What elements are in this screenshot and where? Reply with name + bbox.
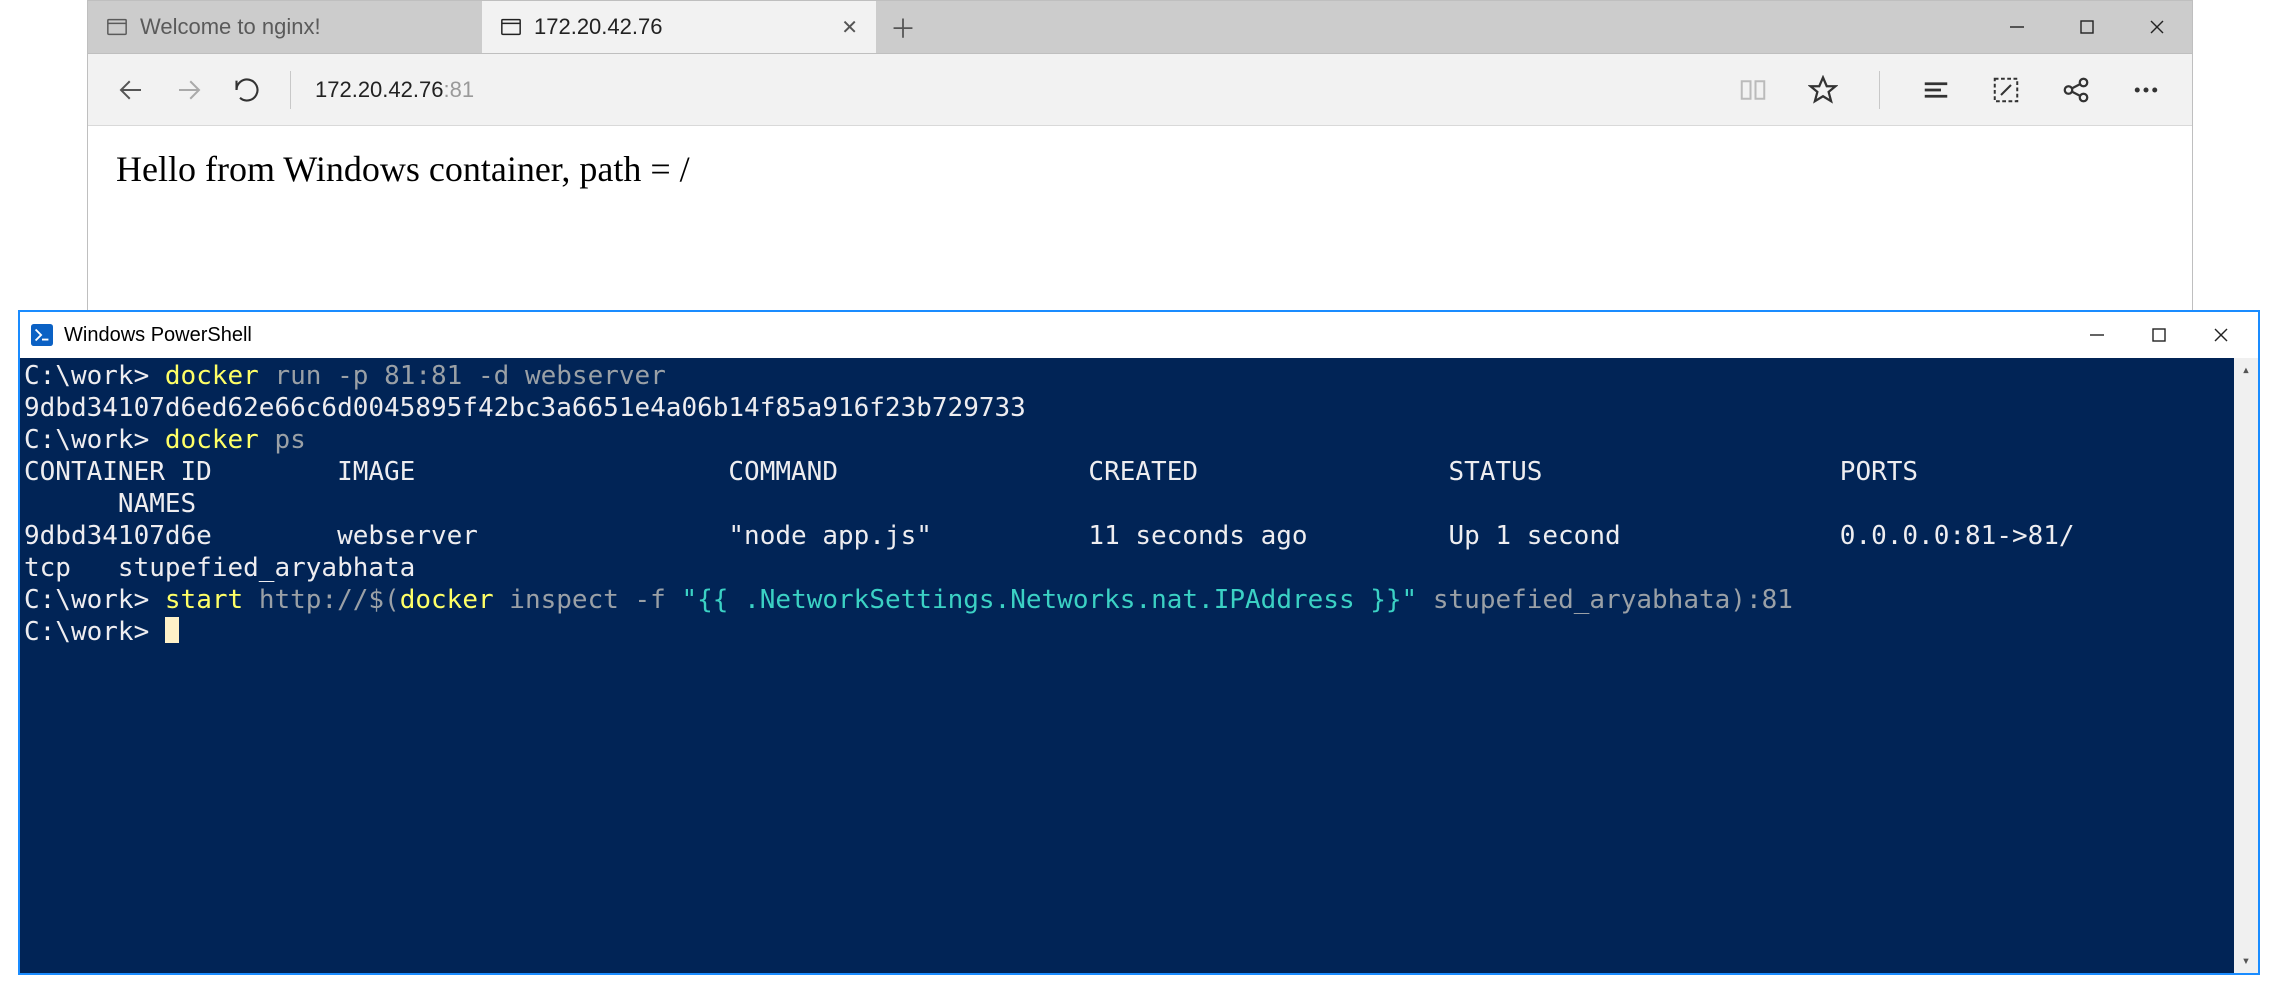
ps-row-wrap: tcp stupefied_aryabhata bbox=[24, 553, 415, 583]
minimize-button[interactable] bbox=[1982, 1, 2052, 53]
url-prefix: http://$( bbox=[259, 585, 400, 615]
ps-prompt: C:\work> bbox=[24, 361, 149, 391]
scroll-track[interactable] bbox=[2234, 382, 2258, 949]
window-controls bbox=[1982, 1, 2192, 53]
tab-title: Welcome to nginx! bbox=[140, 14, 321, 40]
ps-header: CONTAINER ID IMAGE COMMAND CREATED STATU… bbox=[24, 457, 1918, 487]
web-note-icon[interactable] bbox=[1988, 72, 2024, 108]
page-content: Hello from Windows container, path = / bbox=[88, 126, 2192, 212]
maximize-button[interactable] bbox=[2052, 1, 2122, 53]
powershell-icon bbox=[30, 323, 54, 347]
tab-page-icon bbox=[106, 16, 128, 38]
ps-row: 9dbd34107d6e webserver "node app.js" 11 … bbox=[24, 521, 2075, 551]
scroll-down-icon[interactable]: ▾ bbox=[2234, 949, 2258, 973]
close-window-button[interactable] bbox=[2122, 1, 2192, 53]
cmd-inspect: inspect bbox=[509, 585, 619, 615]
tab-title: 172.20.42.76 bbox=[534, 14, 662, 40]
forward-button[interactable] bbox=[160, 54, 218, 126]
favorite-star-icon[interactable] bbox=[1805, 72, 1841, 108]
cmd-ps: ps bbox=[274, 425, 305, 455]
url-tail: stupefied_aryabhata):81 bbox=[1433, 585, 1793, 615]
toolbar-right bbox=[1735, 71, 2178, 109]
ps-minimize-button[interactable] bbox=[2088, 326, 2106, 344]
container-hash: 9dbd34107d6ed62e66c6d0045895f42bc3a6651e… bbox=[24, 393, 1026, 423]
back-button[interactable] bbox=[102, 54, 160, 126]
hub-icon[interactable] bbox=[1918, 72, 1954, 108]
cmd-start: start bbox=[165, 585, 243, 615]
image-name: webserver bbox=[525, 361, 666, 391]
flag-d: -d bbox=[478, 361, 509, 391]
cursor bbox=[165, 617, 179, 643]
powershell-terminal[interactable]: C:\work> docker run -p 81:81 -d webserve… bbox=[20, 358, 2258, 973]
ps-prompt: C:\work> bbox=[24, 617, 149, 647]
more-icon[interactable] bbox=[2128, 72, 2164, 108]
toolbar-separator bbox=[290, 71, 291, 109]
ps-prompt: C:\work> bbox=[24, 585, 149, 615]
powershell-titlebar[interactable]: Windows PowerShell bbox=[20, 312, 2258, 358]
address-host: 172.20.42.76 bbox=[315, 77, 443, 102]
portmap: 81:81 bbox=[384, 361, 462, 391]
format-string: "{{ .NetworkSettings.Networks.nat.IPAddr… bbox=[682, 585, 1418, 615]
page-text: Hello from Windows container, path = / bbox=[116, 149, 690, 189]
cmd-docker: docker bbox=[165, 361, 259, 391]
powershell-window-controls bbox=[2088, 326, 2248, 344]
refresh-button[interactable] bbox=[218, 54, 276, 126]
tab-ip[interactable]: 172.20.42.76 ✕ bbox=[482, 1, 876, 53]
cmd-docker: docker bbox=[165, 425, 259, 455]
reading-view-icon[interactable] bbox=[1735, 72, 1771, 108]
flag-f: -f bbox=[635, 585, 666, 615]
tab-strip: Welcome to nginx! 172.20.42.76 ✕ ＋ bbox=[88, 1, 2192, 54]
powershell-window: Windows PowerShell C:\work> docker run -… bbox=[18, 310, 2260, 975]
edge-browser-window: Welcome to nginx! 172.20.42.76 ✕ ＋ bbox=[87, 0, 2193, 340]
flag-p: -p bbox=[337, 361, 368, 391]
toolbar-separator-2 bbox=[1879, 71, 1880, 109]
browser-toolbar: 172.20.42.76:81 bbox=[88, 54, 2192, 126]
powershell-title: Windows PowerShell bbox=[64, 324, 252, 347]
scroll-up-icon[interactable]: ▴ bbox=[2234, 358, 2258, 382]
ps-close-button[interactable] bbox=[2212, 326, 2230, 344]
ps-prompt: C:\work> bbox=[24, 425, 149, 455]
new-tab-button[interactable]: ＋ bbox=[876, 1, 930, 53]
terminal-scrollbar[interactable]: ▴ ▾ bbox=[2234, 358, 2258, 973]
tab-page-icon bbox=[500, 16, 522, 38]
close-tab-icon[interactable]: ✕ bbox=[841, 15, 858, 40]
tab-nginx[interactable]: Welcome to nginx! bbox=[88, 1, 482, 53]
share-icon[interactable] bbox=[2058, 72, 2094, 108]
ps-header-names: NAMES bbox=[24, 489, 196, 519]
cmd-docker: docker bbox=[400, 585, 494, 615]
cmd-run: run bbox=[274, 361, 321, 391]
ps-maximize-button[interactable] bbox=[2150, 326, 2168, 344]
address-bar[interactable]: 172.20.42.76:81 bbox=[305, 77, 474, 103]
address-port: :81 bbox=[443, 77, 474, 102]
